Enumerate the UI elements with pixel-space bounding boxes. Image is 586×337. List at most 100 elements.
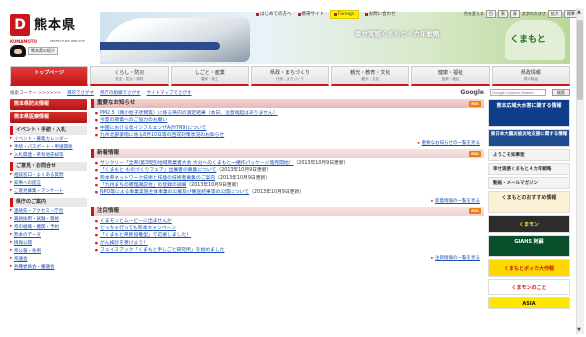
toplink-contact[interactable]: お問い合わせ: [364, 11, 396, 17]
news-item[interactable]: サンクリー「全県(第38回)地域商業者大会 大分へのくまもと一緒作パッケージ発売…: [95, 160, 482, 167]
tab-prefgov[interactable]: 県政情報 県の取組: [491, 66, 570, 86]
banner-governor[interactable]: ようこそ知事室: [488, 149, 570, 161]
important-more-link[interactable]: 重要なお知らせの一覧を見る: [91, 140, 484, 146]
color-white-button[interactable]: 白: [485, 10, 496, 18]
news-title[interactable]: PM2.5（微小粒子状物質）に係る県内の測定結果（本日、注意喚起はありません）: [100, 111, 278, 116]
search-by-org-link[interactable]: 県庁の組織でさがす: [100, 90, 141, 96]
right-banners: 熊本広域大水害に関する情報 東日本大震災被災地支援に関する情報 ようこそ知事室 …: [488, 99, 570, 311]
search-row: 検索コーナー >>>>>> 目的でさがす 県庁の組織でさがす サイトマップでさが…: [10, 88, 570, 97]
news-item[interactable]: 中国における鳥インフルエンザA(H7N9)について: [95, 125, 482, 132]
color-black-button[interactable]: 黒: [497, 10, 508, 18]
news-item[interactable]: どっちゃ行っても熊本キャンペーン: [95, 225, 482, 232]
banner-kumamon-koto[interactable]: くまモンのこと: [488, 279, 570, 295]
banner-video-mail[interactable]: 動画・メールマガジン: [488, 177, 570, 189]
news-title[interactable]: サンクリー「全県(第38回)地域商業者大会 大分へのくまもと一緒作パッケージ発売…: [100, 161, 293, 166]
banner-quake-support[interactable]: 東日本大震災被災地支援に関する情報: [488, 129, 570, 147]
news-title[interactable]: 九州北部豪雨に係る8月10日等の回収対策状況のお知らせ: [100, 133, 224, 138]
more-link-label[interactable]: 重要なお知らせの一覧を見る: [422, 141, 480, 146]
hero-banner[interactable]: 幸せ実感くまもと４カ年戦略 くまもと: [100, 12, 570, 64]
tab-living[interactable]: くらし・防災 安全・防災・環境: [90, 66, 169, 86]
display-controls: 色を変える 白 黒 青 文字の大きさ 拡大 標準: [464, 10, 578, 18]
sidebar-item[interactable]: ご意見募集・アンケート: [10, 187, 87, 195]
scroll-down-arrow-icon[interactable]: ▼: [577, 327, 581, 333]
news-title[interactable]: 「くまもと ものづくりフェア」出展者の募集について: [100, 168, 216, 173]
news-item[interactable]: がん検診を受けよう！: [95, 240, 482, 247]
news-title[interactable]: 中国における鳥インフルエンザA(H7N9)について: [100, 126, 206, 131]
sidebar-item[interactable]: 県公報・条例: [10, 247, 87, 255]
featured-more-link[interactable]: 注目情報の一覧を見る: [91, 255, 484, 261]
tab-tourism[interactable]: 観光・教育・文化 観光・文化: [331, 66, 410, 86]
toplink-mobile[interactable]: 携帯サイト: [297, 11, 324, 17]
search-by-purpose-link[interactable]: 目的でさがす: [67, 90, 94, 96]
news-item[interactable]: フェイスブック「くまもと手しごと研究所」を始めました: [95, 247, 482, 254]
news-item[interactable]: 熊本県ネットワーク技術と技能の技術者募集のご案内（2013年10月9日更新）: [95, 175, 482, 182]
scroll-up-arrow-icon[interactable]: ▲: [577, 9, 581, 15]
search-input[interactable]: [490, 89, 546, 96]
sidebar-item[interactable]: 知事への提言: [10, 179, 87, 187]
news-title[interactable]: がん検診を受けよう！: [100, 241, 148, 246]
rss-icon[interactable]: RSS: [469, 100, 481, 107]
news-title[interactable]: 「九州まちの雑理讃説会」の登録の詳細: [100, 183, 186, 188]
tab-label: トップページ: [34, 70, 65, 76]
news-title[interactable]: どっちゃ行っても熊本キャンペーン: [100, 226, 176, 231]
sidebar-item[interactable]: 各種委員会・審議会: [10, 263, 87, 271]
banner-flood[interactable]: 熊本広域大水害に関する情報: [488, 99, 570, 127]
news-title[interactable]: くまモンとムービーに出ませんか: [100, 219, 172, 224]
tab-sub: 安全・防災・環境: [115, 77, 144, 81]
disaster-info-button[interactable]: 熊本県防災情報: [10, 99, 87, 110]
sidebar-head-prefoffice: 県庁のご案内: [10, 198, 87, 207]
news-title[interactable]: 今夏の節電へのご協力のお願い: [100, 118, 167, 123]
news-item[interactable]: PM2.5（微小粒子状物質）に係る県内の測定結果（本日、注意喚起はありません）: [95, 110, 482, 117]
search-button[interactable]: 検索: [552, 89, 570, 96]
sidebar-item[interactable]: 熊本のデータ: [10, 231, 87, 239]
news-item[interactable]: NPO等による事業実施主体事業の公募及び審査結果等の公開について（2013年10…: [95, 189, 482, 196]
news-item[interactable]: 「くまもと ものづくりフェア」出展者の募集について（2013年10月9日更新）: [95, 167, 482, 174]
scrollbar-thumb[interactable]: [577, 20, 583, 100]
sitemap-link[interactable]: サイトマップでさがす: [147, 90, 192, 96]
site-logo[interactable]: D 熊本県 KUMAMOTO PREFECTURE WEB SITE 熊本県の紹…: [10, 12, 100, 58]
sidebar-item[interactable]: 県議会: [10, 255, 87, 263]
banner-kumamon[interactable]: くまモン: [488, 215, 570, 233]
banner-recommend[interactable]: くまもとのおすすめ情報: [488, 191, 570, 213]
news-item[interactable]: くまモンとムービーに出ませんか: [95, 218, 482, 225]
new-info-more-link[interactable]: 新着情報の一覧を見る: [91, 198, 484, 204]
more-link-label[interactable]: 新着情報の一覧を見る: [435, 199, 480, 204]
medical-info-button[interactable]: 熊本県医療情報: [10, 112, 87, 123]
tab-top[interactable]: トップページ: [10, 66, 89, 86]
news-item[interactable]: 「くまもと県民協働型」で応援しました！: [95, 232, 482, 239]
news-title[interactable]: 「くまもと県民協働型」で応援しました！: [100, 233, 191, 238]
logo-sub-en: KUMAMOTO: [10, 39, 37, 44]
news-item[interactable]: 九州北部豪雨に係る8月10日等の回収対策状況のお知らせ: [95, 132, 482, 139]
banner-giahs[interactable]: GIAHS 阿蘇: [488, 235, 570, 257]
banner-asia[interactable]: ASIA: [488, 297, 570, 309]
news-title[interactable]: 熊本県ネットワーク技術と技能の技術者募集のご案内: [100, 176, 215, 181]
sidebar-item[interactable]: イベント・募集カレンダー: [10, 135, 87, 143]
sidebar-item[interactable]: 入札関連・県有地売却等: [10, 151, 87, 159]
sidebar-item[interactable]: 連絡先・アクセス・庁舎: [10, 207, 87, 215]
news-title[interactable]: フェイスブック「くまもと手しごと研究所」を始めました: [100, 248, 224, 253]
more-link-label[interactable]: 注目情報の一覧を見る: [435, 256, 480, 261]
sidebar-item[interactable]: 県の組織・機関・予約: [10, 223, 87, 231]
sidebar-item[interactable]: 情報公開: [10, 239, 87, 247]
news-title[interactable]: NPO等による事業実施主体事業の公募及び審査結果等の公開について: [100, 190, 249, 195]
sidebar-item[interactable]: 相談窓口・よくある質問: [10, 171, 87, 179]
tab-town[interactable]: 県政・まちづくり 行政・まちづくり: [250, 66, 330, 86]
news-item[interactable]: 「九州まちの雑理讃説会」の登録の詳細（2013年10月9日更新）: [95, 182, 482, 189]
tab-work[interactable]: しごと・産業 農林・商工: [170, 66, 249, 86]
tab-health[interactable]: 健康・福祉 医療・福祉: [411, 66, 490, 86]
intro-link[interactable]: 熊本県の紹介: [28, 47, 58, 55]
font-bigger-button[interactable]: 拡大: [547, 10, 562, 18]
toplink-beginner[interactable]: はじめての方へ: [256, 11, 292, 17]
rss-icon[interactable]: RSS: [469, 150, 481, 157]
color-blue-button[interactable]: 青: [509, 10, 520, 18]
sidebar-item[interactable]: 職員採用・試験・資格: [10, 215, 87, 223]
important-notice-header: 重要なお知らせ RSS: [91, 99, 484, 108]
banner-strategy[interactable]: 幸せ実感くまもと４カ年戦略: [488, 163, 570, 175]
toplink-foreign[interactable]: Foreign: [330, 9, 359, 19]
sidebar-item[interactable]: 手続・パスポート・申請関係: [10, 143, 87, 151]
banner-campaign[interactable]: くまもとボッカ大作戦: [488, 259, 570, 277]
left-sidebar: 熊本県防災情報 熊本県医療情報 イベント・手続・入札 イベント・募集カレンダー …: [10, 99, 87, 271]
rss-icon[interactable]: RSS: [469, 208, 481, 215]
section-title: 重要なお知らせ: [97, 100, 136, 106]
news-item[interactable]: 今夏の節電へのご協力のお願い: [95, 117, 482, 124]
